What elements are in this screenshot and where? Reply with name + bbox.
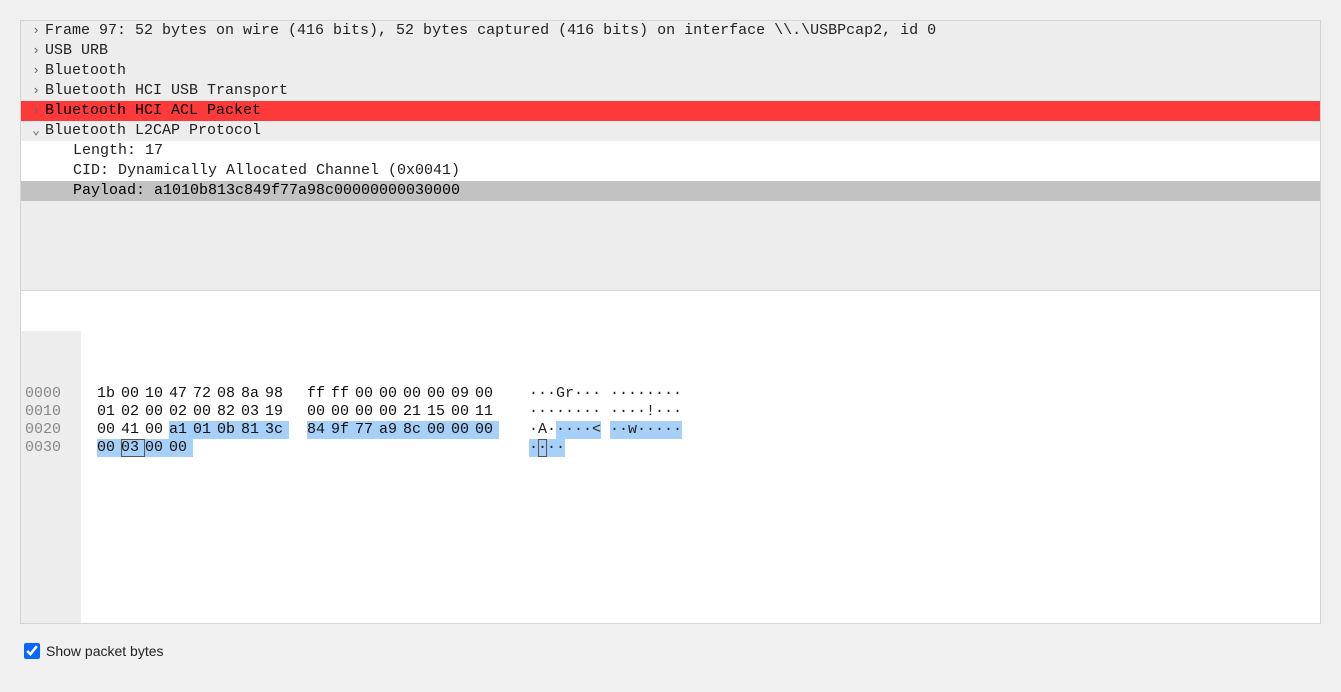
chevron-right-icon[interactable]: › bbox=[27, 41, 45, 61]
chevron-right-icon[interactable]: › bbox=[27, 21, 45, 41]
packet-detail-and-bytes-container: ›Frame 97: 52 bytes on wire (416 bits), … bbox=[20, 20, 1321, 624]
hex-offset-gutter bbox=[21, 331, 81, 623]
detail-text: Length: 17 bbox=[73, 141, 163, 161]
detail-text: Payload: a1010b813c849f77a98c00000000030… bbox=[73, 181, 460, 201]
detail-row[interactable]: ⌄Bluetooth L2CAP Protocol bbox=[21, 121, 1320, 141]
hex-byte[interactable]: 02 bbox=[169, 403, 193, 421]
hex-byte[interactable]: 00 bbox=[97, 439, 121, 457]
hex-byte[interactable]: 84 bbox=[307, 421, 331, 439]
hex-byte[interactable]: 8c bbox=[403, 421, 427, 439]
detail-text: Bluetooth HCI ACL Packet bbox=[45, 101, 261, 121]
hex-byte[interactable]: 00 bbox=[379, 403, 403, 421]
hex-byte[interactable]: 72 bbox=[193, 385, 217, 403]
chevron-down-icon[interactable]: ⌄ bbox=[27, 121, 45, 141]
hex-ascii: ···Gr··· ········ bbox=[529, 385, 682, 403]
footer-bar: Show packet bytes bbox=[20, 624, 1321, 662]
chevron-right-icon[interactable]: › bbox=[27, 81, 45, 101]
hex-byte[interactable]: 82 bbox=[217, 403, 241, 421]
hex-byte[interactable]: 41 bbox=[121, 421, 145, 439]
hex-offset: 0020 bbox=[25, 421, 81, 439]
chevron-right-icon[interactable]: › bbox=[27, 101, 45, 121]
hex-byte[interactable]: 08 bbox=[217, 385, 241, 403]
hex-byte[interactable]: 00 bbox=[451, 421, 475, 439]
hex-byte[interactable]: ff bbox=[331, 385, 355, 403]
hex-byte[interactable]: 15 bbox=[427, 403, 451, 421]
hex-byte[interactable]: 00 bbox=[379, 385, 403, 403]
hex-byte[interactable]: 19 bbox=[265, 403, 289, 421]
hex-byte[interactable]: 1b bbox=[97, 385, 121, 403]
hex-offset: 0000 bbox=[25, 385, 81, 403]
hex-line[interactable]: 001001020002008203190000000021150011····… bbox=[21, 403, 1320, 421]
detail-row[interactable]: ›USB URB bbox=[21, 41, 1320, 61]
hex-byte[interactable]: 00 bbox=[145, 403, 169, 421]
detail-row[interactable]: Length: 17 bbox=[21, 141, 1320, 161]
hex-byte[interactable]: a9 bbox=[379, 421, 403, 439]
hex-byte[interactable]: 47 bbox=[169, 385, 193, 403]
hex-byte[interactable]: 09 bbox=[451, 385, 475, 403]
detail-text: Bluetooth HCI USB Transport bbox=[45, 81, 288, 101]
hex-byte[interactable]: 00 bbox=[331, 403, 355, 421]
detail-text: Frame 97: 52 bytes on wire (416 bits), 5… bbox=[45, 21, 936, 41]
hex-byte[interactable]: 00 bbox=[307, 403, 331, 421]
show-packet-bytes-checkbox[interactable] bbox=[24, 643, 40, 659]
detail-text: CID: Dynamically Allocated Channel (0x00… bbox=[73, 161, 460, 181]
detail-row[interactable]: ›Bluetooth HCI USB Transport bbox=[21, 81, 1320, 101]
hex-byte[interactable]: 00 bbox=[121, 385, 145, 403]
hex-line[interactable]: 00001b00104772088a98ffff000000000900···G… bbox=[21, 385, 1320, 403]
detail-row[interactable]: Payload: a1010b813c849f77a98c00000000030… bbox=[21, 181, 1320, 201]
hex-byte[interactable]: 00 bbox=[97, 421, 121, 439]
hex-line[interactable]: 003000030000···· bbox=[21, 439, 1320, 457]
hex-byte[interactable]: 00 bbox=[475, 421, 499, 439]
hex-byte[interactable]: 00 bbox=[475, 385, 499, 403]
hex-byte[interactable]: 9f bbox=[331, 421, 355, 439]
hex-byte[interactable]: 03 bbox=[241, 403, 265, 421]
detail-row[interactable]: ›Bluetooth bbox=[21, 61, 1320, 81]
packet-details-pane[interactable]: ›Frame 97: 52 bytes on wire (416 bits), … bbox=[21, 21, 1320, 291]
hex-byte[interactable]: 77 bbox=[355, 421, 379, 439]
hex-byte[interactable]: 81 bbox=[241, 421, 265, 439]
hex-offset: 0010 bbox=[25, 403, 81, 421]
hex-byte[interactable]: 00 bbox=[145, 439, 169, 457]
detail-row[interactable]: CID: Dynamically Allocated Channel (0x00… bbox=[21, 161, 1320, 181]
hex-offset: 0030 bbox=[25, 439, 81, 457]
hex-ascii: ···· bbox=[529, 439, 682, 457]
hex-byte[interactable]: 21 bbox=[403, 403, 427, 421]
hex-byte[interactable]: a1 bbox=[169, 421, 193, 439]
packet-bytes-pane[interactable]: 00001b00104772088a98ffff000000000900···G… bbox=[21, 291, 1320, 623]
detail-text: USB URB bbox=[45, 41, 108, 61]
hex-byte[interactable]: 3c bbox=[265, 421, 289, 439]
hex-byte[interactable]: 03 bbox=[121, 439, 145, 457]
hex-byte[interactable]: 98 bbox=[265, 385, 289, 403]
hex-byte[interactable]: 00 bbox=[145, 421, 169, 439]
hex-byte[interactable]: 00 bbox=[355, 403, 379, 421]
hex-byte[interactable]: 02 bbox=[121, 403, 145, 421]
hex-ascii: ········ ····!··· bbox=[529, 403, 682, 421]
hex-byte[interactable]: ff bbox=[307, 385, 331, 403]
hex-byte[interactable]: 00 bbox=[193, 403, 217, 421]
hex-ascii: ·A·····< ··w····· bbox=[529, 421, 682, 439]
hex-byte[interactable]: 00 bbox=[427, 385, 451, 403]
hex-line[interactable]: 0020004100a1010b813c849f77a98c000000·A··… bbox=[21, 421, 1320, 439]
chevron-right-icon[interactable]: › bbox=[27, 61, 45, 81]
hex-byte[interactable]: 00 bbox=[169, 439, 193, 457]
detail-row[interactable]: ›Bluetooth HCI ACL Packet bbox=[21, 101, 1320, 121]
hex-byte[interactable]: 00 bbox=[451, 403, 475, 421]
hex-byte[interactable]: 01 bbox=[97, 403, 121, 421]
hex-byte[interactable]: 0b bbox=[217, 421, 241, 439]
detail-row[interactable]: ›Frame 97: 52 bytes on wire (416 bits), … bbox=[21, 21, 1320, 41]
detail-text: Bluetooth L2CAP Protocol bbox=[45, 121, 261, 141]
hex-byte[interactable]: 00 bbox=[427, 421, 451, 439]
hex-byte[interactable]: 00 bbox=[403, 385, 427, 403]
hex-byte[interactable]: 00 bbox=[355, 385, 379, 403]
hex-byte[interactable]: 11 bbox=[475, 403, 499, 421]
show-packet-bytes-label[interactable]: Show packet bytes bbox=[46, 643, 164, 659]
hex-byte[interactable]: 10 bbox=[145, 385, 169, 403]
hex-byte[interactable]: 8a bbox=[241, 385, 265, 403]
detail-text: Bluetooth bbox=[45, 61, 126, 81]
hex-byte[interactable]: 01 bbox=[193, 421, 217, 439]
